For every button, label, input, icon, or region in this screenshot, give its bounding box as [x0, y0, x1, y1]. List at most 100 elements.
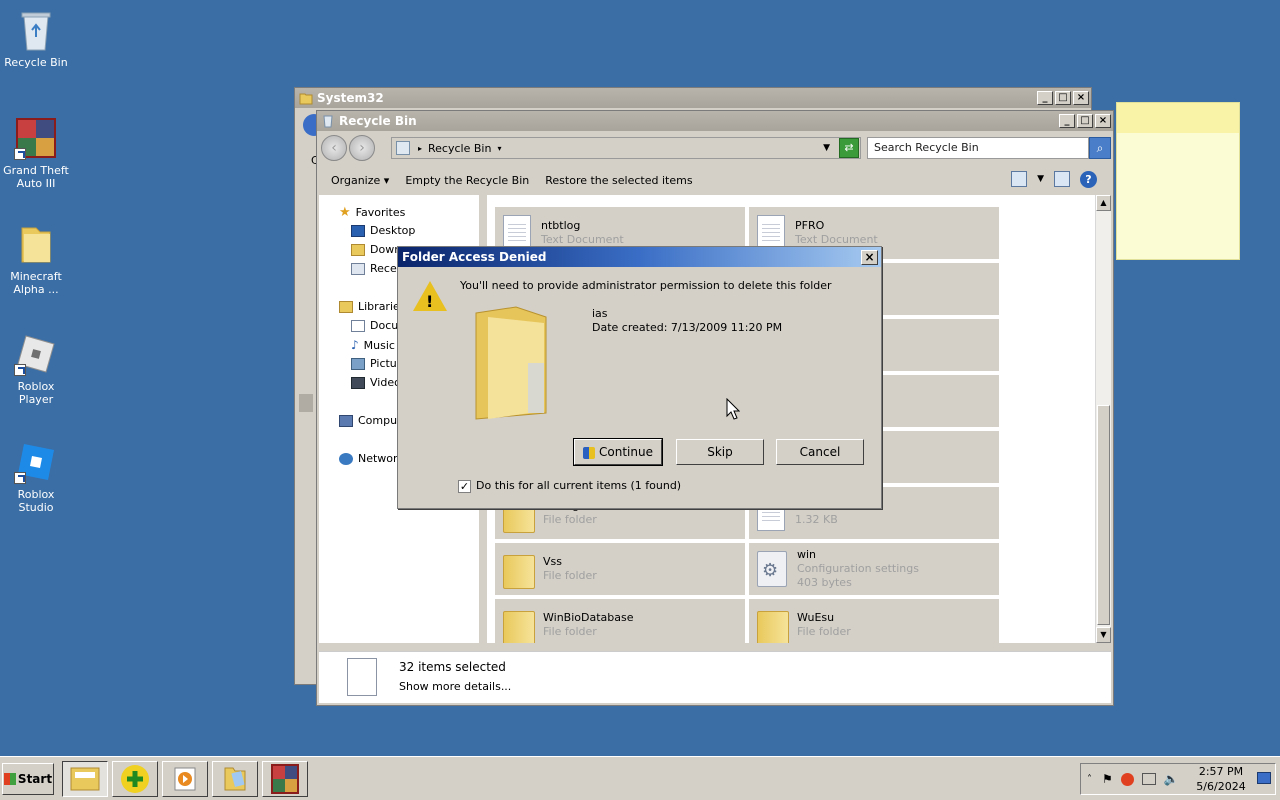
file-tile[interactable]: winConfiguration settings403 bytes: [749, 543, 999, 595]
details-pane: 32 items selected Show more details...: [319, 651, 1111, 703]
flag-icon[interactable]: ⚑: [1102, 772, 1113, 786]
desktop-icon-roblox-studio[interactable]: Roblox Studio: [0, 440, 72, 514]
file-tile[interactable]: WuEsu File folder: [749, 599, 999, 643]
partial-scroll-thumb[interactable]: [299, 394, 313, 412]
pictures-icon: [351, 357, 365, 370]
nav-videos[interactable]: Video: [351, 376, 401, 389]
clock[interactable]: 2:57 PM 5/6/2024: [1193, 764, 1249, 794]
recycle-bin-icon: [321, 114, 335, 128]
gta3-icon: [271, 764, 299, 794]
taskbar-folder[interactable]: [212, 761, 258, 797]
address-dropdown-icon[interactable]: ▼: [823, 143, 830, 153]
nav-documents[interactable]: Docu: [351, 319, 398, 332]
command-bar: Organize ▾ Empty the Recycle Bin Restore…: [317, 165, 1111, 195]
scroll-thumb[interactable]: [1097, 405, 1110, 625]
vertical-scrollbar[interactable]: ▲ ▼: [1095, 195, 1111, 643]
desktop-icon-roblox-player[interactable]: Roblox Player: [0, 332, 72, 406]
system32-titlebar[interactable]: System32 _ □ ×: [295, 88, 1091, 108]
preview-pane-icon[interactable]: [1054, 171, 1070, 187]
chevron-down-icon[interactable]: ▼: [1037, 171, 1044, 188]
close-button[interactable]: ×: [1073, 91, 1089, 105]
nav-pictures[interactable]: Pictur: [351, 357, 401, 370]
nav-music[interactable]: ♪ Music: [351, 338, 395, 352]
minimize-button[interactable]: _: [1037, 91, 1053, 105]
documents-icon: [351, 319, 365, 332]
show-desktop-icon[interactable]: [1257, 772, 1271, 784]
forward-button[interactable]: ›: [349, 135, 375, 161]
item-date-created: Date created: 7/13/2009 11:20 PM: [592, 321, 783, 334]
maximize-button[interactable]: □: [1077, 114, 1093, 128]
sticky-note-header[interactable]: [1117, 103, 1239, 133]
do-for-all-label[interactable]: Do this for all current items (1 found): [476, 479, 681, 492]
sticky-note[interactable]: [1116, 102, 1240, 260]
folder-icon: [757, 607, 789, 643]
nav-libraries[interactable]: Libraries: [339, 300, 406, 313]
folder-icon: [14, 222, 58, 266]
large-folder-icon: [468, 303, 568, 423]
maximize-button[interactable]: □: [1055, 91, 1071, 105]
videos-icon: [351, 376, 365, 389]
do-for-all-checkbox[interactable]: ✓: [458, 480, 471, 493]
close-button[interactable]: ×: [1095, 114, 1111, 128]
desktop-icon: [351, 224, 365, 237]
stop-icon[interactable]: [1120, 772, 1134, 786]
help-icon[interactable]: ?: [1080, 171, 1097, 188]
music-icon: ♪: [351, 338, 359, 352]
green-plus-icon: [121, 765, 149, 793]
address-text: Recycle Bin: [428, 141, 492, 155]
folder-icon: [224, 767, 246, 791]
restore-selected-button[interactable]: Restore the selected items: [545, 174, 692, 187]
nav-downloads[interactable]: Down: [351, 243, 401, 256]
configuration-settings-icon: [757, 551, 787, 587]
search-input[interactable]: Search Recycle Bin: [867, 137, 1089, 159]
desktop-icon-minecraft[interactable]: Minecraft Alpha ...: [0, 222, 72, 296]
show-more-details-link[interactable]: Show more details...: [399, 680, 511, 693]
change-view-icon[interactable]: [1011, 171, 1028, 187]
start-button[interactable]: Start: [2, 763, 54, 795]
file-tile[interactable]: WinBioDatabase File folder: [495, 599, 745, 643]
back-button[interactable]: ‹: [321, 135, 347, 161]
search-icon[interactable]: ⌕: [1089, 137, 1111, 159]
nav-computer[interactable]: Comput: [339, 414, 401, 427]
file-tile[interactable]: Vss File folder: [495, 543, 745, 595]
refresh-button[interactable]: ⇄: [839, 138, 859, 158]
dialog-titlebar[interactable]: Folder Access Denied ×: [398, 247, 881, 267]
volume-muted-icon[interactable]: 🔈: [1164, 772, 1179, 786]
network-tray-icon[interactable]: [1141, 773, 1156, 785]
scroll-down-button[interactable]: ▼: [1096, 627, 1111, 643]
address-bar[interactable]: ▸ Recycle Bin ▾ ▼: [391, 137, 861, 159]
scroll-up-button[interactable]: ▲: [1096, 195, 1111, 211]
skip-button[interactable]: Skip: [676, 439, 764, 465]
media-player-icon: [174, 767, 196, 791]
gta3-icon: [14, 116, 58, 160]
nav-recent[interactable]: Recen: [351, 262, 404, 275]
chevron-down-icon[interactable]: ▾: [497, 144, 501, 153]
show-hidden-icons-button[interactable]: ˄: [1087, 774, 1092, 785]
recent-places-icon: [351, 262, 365, 275]
taskbar: Start ˄ ⚑ 🔈 2:57 PM 5/6/2024: [0, 756, 1280, 800]
cancel-button[interactable]: Cancel: [776, 439, 864, 465]
dialog-close-button[interactable]: ×: [861, 249, 878, 265]
taskbar-media-player[interactable]: [162, 761, 208, 797]
desktop-icon-recycle-bin[interactable]: Recycle Bin: [0, 8, 72, 69]
folder-access-denied-dialog[interactable]: Folder Access Denied × ! You'll need to …: [397, 246, 882, 509]
shortcut-arrow-icon: [14, 148, 26, 160]
taskbar-explorer[interactable]: [62, 761, 108, 797]
dialog-title: Folder Access Denied: [402, 250, 547, 264]
nav-desktop[interactable]: Desktop: [351, 224, 415, 237]
desktop-icon-label: Grand Theft Auto III: [3, 164, 69, 190]
desktop-icon-gta3[interactable]: Grand Theft Auto III: [0, 116, 72, 190]
organize-button[interactable]: Organize ▾: [331, 174, 389, 187]
mouse-cursor-icon: [726, 398, 740, 420]
nav-network[interactable]: Network: [339, 452, 404, 465]
recycle-bin-titlebar[interactable]: Recycle Bin _ □ ×: [317, 111, 1113, 131]
continue-button[interactable]: Continue: [573, 438, 663, 466]
window-title: Recycle Bin: [339, 114, 417, 128]
nav-favorites[interactable]: ★ Favorites: [339, 205, 405, 220]
taskbar-gta3[interactable]: [262, 761, 308, 797]
empty-recycle-bin-button[interactable]: Empty the Recycle Bin: [405, 174, 529, 187]
desktop-icon-label: Roblox Player: [17, 380, 55, 406]
desktop-icon-label: Minecraft Alpha ...: [10, 270, 62, 296]
taskbar-app-green[interactable]: [112, 761, 158, 797]
minimize-button[interactable]: _: [1059, 114, 1075, 128]
